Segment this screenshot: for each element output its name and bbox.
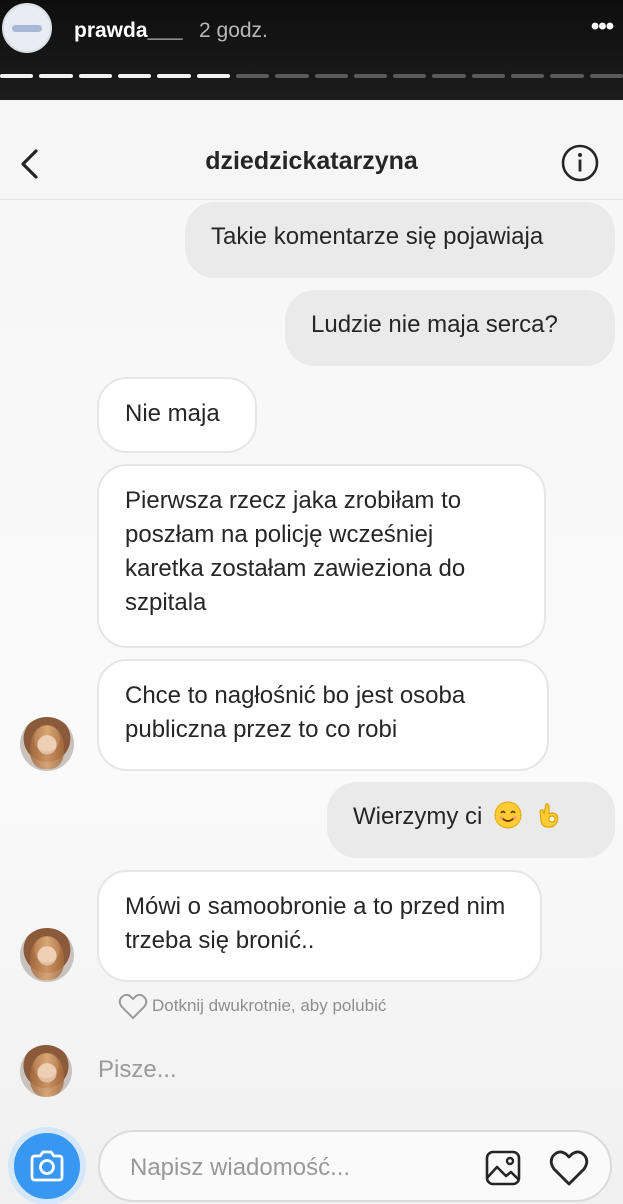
info-icon[interactable] bbox=[560, 143, 600, 183]
like-hint-text: Dotknij dwukrotnie, aby polubić bbox=[152, 996, 387, 1015]
story-progress-segment bbox=[235, 74, 270, 78]
message-text: Chce to nagłośnić bo jest osoba publiczn… bbox=[125, 682, 466, 743]
smiling-face-emoji bbox=[494, 801, 522, 829]
story-progress bbox=[0, 74, 623, 80]
story-time: 2 godz. bbox=[199, 19, 268, 42]
message-text: Wierzymy ci bbox=[353, 803, 483, 830]
message-text: Mówi o samoobronie a to przed nim trzeba… bbox=[125, 893, 506, 954]
story-progress-segment bbox=[550, 74, 584, 78]
chat-title[interactable]: dziedzickatarzyna bbox=[0, 147, 623, 176]
heart-icon[interactable] bbox=[548, 1148, 590, 1188]
story-progress-segment bbox=[0, 74, 34, 78]
story-progress-segment bbox=[39, 74, 73, 78]
message-text: Nie maja bbox=[125, 400, 220, 427]
message-text: Ludzie nie maja serca? bbox=[311, 311, 558, 338]
story-progress-segment bbox=[117, 74, 152, 78]
typing-indicator: Pisze... bbox=[98, 1056, 177, 1083]
story-progress-segment bbox=[589, 74, 623, 78]
message-text: Takie komentarze się pojawiaja bbox=[211, 223, 544, 250]
gallery-icon[interactable] bbox=[484, 1149, 522, 1187]
sender-avatar[interactable] bbox=[20, 717, 74, 771]
story-progress-segment bbox=[353, 74, 388, 78]
story-progress-segment bbox=[78, 74, 112, 78]
story-progress-segment bbox=[314, 74, 348, 78]
message-input[interactable] bbox=[130, 1152, 460, 1184]
sender-avatar[interactable] bbox=[20, 928, 74, 982]
chat-screen: dziedzickatarzyna Takie komentarze się p… bbox=[0, 100, 623, 1204]
message-bubble-incoming[interactable]: Chce to nagłośnić bo jest osoba publiczn… bbox=[97, 659, 549, 771]
message-bubble-outgoing[interactable]: Wierzymy ci bbox=[327, 782, 615, 858]
story-progress-segment bbox=[432, 74, 466, 78]
heart-outline-icon[interactable] bbox=[118, 992, 148, 1020]
story-avatar[interactable] bbox=[2, 3, 52, 53]
story-progress-segment bbox=[275, 74, 309, 78]
story-progress-segment bbox=[393, 74, 427, 78]
message-bubble-incoming[interactable]: Nie maja bbox=[97, 377, 257, 453]
story-progress-segment bbox=[157, 74, 191, 78]
story-progress-segment bbox=[511, 74, 545, 78]
message-bubble-incoming[interactable]: Mówi o samoobronie a to przed nim trzeba… bbox=[97, 870, 542, 982]
camera-button[interactable] bbox=[8, 1127, 86, 1204]
message-composer bbox=[98, 1130, 612, 1202]
message-bubble-outgoing[interactable]: Takie komentarze się pojawiaja bbox=[185, 202, 615, 278]
message-bubble-incoming[interactable]: Pierwsza rzecz jaka zrobiłam to poszłam … bbox=[97, 464, 546, 648]
camera-icon bbox=[30, 1150, 64, 1182]
story-header: prawda___ 2 godz. ••• bbox=[0, 0, 623, 100]
message-bubble-outgoing[interactable]: Ludzie nie maja serca? bbox=[285, 290, 615, 366]
story-progress-segment bbox=[471, 74, 506, 78]
ok-hand-emoji bbox=[539, 803, 558, 828]
story-progress-segment bbox=[196, 74, 230, 78]
story-username[interactable]: prawda___ bbox=[74, 19, 183, 43]
chat-header: dziedzickatarzyna bbox=[0, 100, 623, 200]
message-text: Pierwsza rzecz jaka zrobiłam to poszłam … bbox=[125, 487, 466, 616]
typing-avatar bbox=[20, 1045, 72, 1097]
like-hint: Dotknij dwukrotnie, aby polubić bbox=[118, 992, 386, 1020]
more-options-button[interactable]: ••• bbox=[587, 12, 617, 42]
